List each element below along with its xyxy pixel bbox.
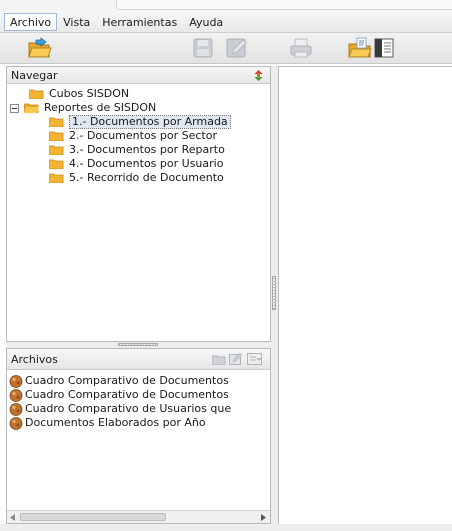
folder-icon <box>49 131 64 141</box>
open-folder-icon <box>28 37 52 58</box>
tree-item-label: 5.- Recorrido de Documento <box>69 171 224 184</box>
file-item[interactable]: Cuadro Comparativo de Usuarios que <box>7 402 270 416</box>
open-folder-button[interactable] <box>28 37 52 59</box>
horizontal-scrollbar[interactable] <box>7 510 270 523</box>
file-item-label: Documentos Elaborados por Año <box>25 416 206 429</box>
folder-icon <box>49 117 64 127</box>
navigation-tree: Cubos SISDON Reportes de SISDON 1.- Docu… <box>7 84 270 185</box>
menu-vista[interactable]: Vista <box>57 13 96 31</box>
navigation-title: Navegar <box>11 68 58 82</box>
scroll-left-icon[interactable] <box>10 514 16 521</box>
tree-item-cubos-sisdon[interactable]: Cubos SISDON <box>7 87 270 101</box>
toolbar <box>0 33 452 64</box>
export-button[interactable] <box>347 37 372 59</box>
navigation-pane: Navegar Cubos SISDON Reportes de SISDON … <box>6 66 271 342</box>
folder-icon <box>49 159 64 169</box>
file-item-label: Cuadro Comparativo de Usuarios que <box>25 402 232 415</box>
navigation-header: Navegar <box>7 67 270 84</box>
vertical-splitter[interactable] <box>271 66 278 524</box>
report-cube-icon <box>9 402 23 416</box>
content-area <box>278 66 452 524</box>
window-top-strip <box>0 0 452 12</box>
tree-item-recorrido-documento[interactable]: 5.- Recorrido de Documento <box>7 171 270 185</box>
tree-item-documentos-sector[interactable]: 2.- Documentos por Sector <box>7 129 270 143</box>
edit-file-icon[interactable] <box>229 353 243 365</box>
collapse-icon[interactable] <box>10 103 19 113</box>
folder-icon <box>29 89 44 99</box>
edit-icon <box>226 38 247 58</box>
tree-item-documentos-armada[interactable]: 1.- Documentos por Armada <box>7 115 270 129</box>
splitter-grip[interactable] <box>118 343 158 346</box>
tree-item-documentos-reparto[interactable]: 3.- Documentos por Reparto <box>7 143 270 157</box>
print-icon <box>290 38 312 58</box>
report-cube-icon <box>9 388 23 402</box>
print-button[interactable] <box>289 37 312 59</box>
menu-archivo[interactable]: Archivo <box>4 13 58 31</box>
files-header: Archivos <box>7 349 270 370</box>
menu-bar: Archivo Vista Herramientas Ayuda <box>0 12 452 33</box>
tree-item-reportes-sisdon[interactable]: Reportes de SISDON <box>7 101 270 115</box>
menu-herramientas[interactable]: Herramientas <box>96 13 183 31</box>
tree-item-documentos-usuario[interactable]: 4.- Documentos por Usuario <box>7 157 270 171</box>
tree-item-label: 3.- Documentos por Reparto <box>69 143 225 156</box>
file-item-label: Cuadro Comparativo de Documentos <box>25 388 229 401</box>
splitter-grip[interactable] <box>272 276 276 310</box>
files-pane: Archivos Cuadro Comparativo de Documento… <box>6 348 271 524</box>
file-item[interactable]: Documentos Elaborados por Año <box>7 416 270 430</box>
tree-item-label: Cubos SISDON <box>49 87 130 100</box>
tree-item-label: Reportes de SISDON <box>44 101 157 114</box>
menu-list-icon[interactable] <box>247 353 262 365</box>
tab-notch <box>116 0 452 10</box>
files-title: Archivos <box>11 352 58 366</box>
folder-icon <box>49 145 64 155</box>
folder-icon <box>49 173 64 183</box>
open-file-icon[interactable] <box>212 354 226 365</box>
file-item-label: Cuadro Comparativo de Documentos <box>25 374 229 387</box>
open-folder-icon <box>24 103 39 113</box>
scrollbar-thumb[interactable] <box>20 513 166 521</box>
report-cube-icon <box>9 374 23 388</box>
report-cube-icon <box>9 416 23 430</box>
panel-icon <box>374 38 394 58</box>
file-item[interactable]: Cuadro Comparativo de Documentos <box>7 374 270 388</box>
tree-item-label: 2.- Documentos por Sector <box>69 129 218 142</box>
panel-view-button[interactable] <box>373 37 395 59</box>
tree-item-label: 1.- Documentos por Armada <box>69 115 231 129</box>
menu-ayuda[interactable]: Ayuda <box>183 13 229 31</box>
save-button[interactable] <box>192 37 214 59</box>
refresh-icon[interactable] <box>253 70 264 81</box>
file-item[interactable]: Cuadro Comparativo de Documentos <box>7 388 270 402</box>
bottom-strip <box>0 524 452 531</box>
tree-item-label: 4.- Documentos por Usuario <box>69 157 224 170</box>
edit-button[interactable] <box>225 37 247 59</box>
files-list: Cuadro Comparativo de Documentos Cuadro … <box>7 370 270 430</box>
export-folder-icon <box>348 37 372 58</box>
save-icon <box>193 38 213 58</box>
scroll-right-icon[interactable] <box>260 514 266 521</box>
